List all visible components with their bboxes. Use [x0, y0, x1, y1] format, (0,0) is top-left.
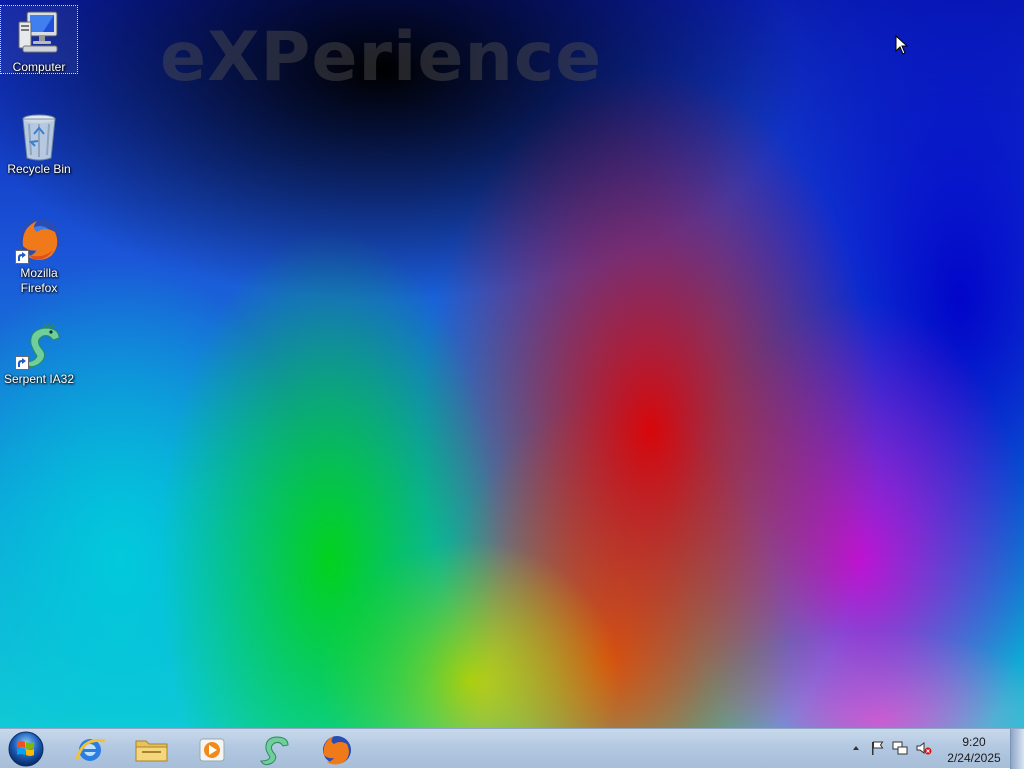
- desktop-icon-label: Computer: [12, 60, 66, 74]
- firefox-icon: [323, 736, 351, 765]
- desktop-icon-label: Serpent IA32: [3, 372, 75, 386]
- start-button[interactable]: [6, 730, 46, 768]
- clock-date: 2/24/2025: [947, 751, 1001, 765]
- internet-explorer-icon: [75, 738, 106, 761]
- media-player-icon: [199, 738, 225, 762]
- show-desktop-button[interactable]: [1010, 729, 1024, 769]
- taskbar: 9:20 2/24/2025: [0, 728, 1024, 769]
- firefox-icon: [15, 216, 63, 264]
- recycle-bin-icon: [15, 112, 63, 161]
- taskbar-media-player-button[interactable]: [185, 731, 239, 767]
- mouse-cursor-icon: [895, 34, 909, 59]
- network-icon[interactable]: [892, 740, 908, 756]
- wallpaper-watermark: eXPerience: [160, 18, 603, 97]
- file-explorer-icon: [135, 740, 168, 762]
- shortcut-arrow-icon: [15, 250, 29, 264]
- windows-orb-icon: [8, 731, 44, 767]
- volume-muted-icon[interactable]: [916, 740, 932, 756]
- serpent-icon: [15, 322, 63, 370]
- clock-time: 9:20: [962, 735, 986, 749]
- shortcut-arrow-icon: [15, 356, 29, 370]
- action-center-flag-icon[interactable]: [869, 740, 885, 756]
- clock[interactable]: 9:20 2/24/2025: [942, 734, 1006, 766]
- desktop-icon-label: Mozilla Firefox: [20, 266, 58, 295]
- desktop-icon-recycle-bin[interactable]: Recycle Bin: [1, 108, 77, 177]
- desktop-icon-label: Recycle Bin: [7, 162, 71, 176]
- serpent-icon: [260, 736, 289, 766]
- desktop-icon-firefox[interactable]: Mozilla Firefox: [1, 212, 77, 296]
- taskbar-file-explorer-button[interactable]: [124, 731, 178, 767]
- taskbar-internet-explorer-button[interactable]: [63, 731, 117, 767]
- desktop[interactable]: eXPerience Computer Recycle Bin Mozilla …: [0, 0, 1024, 728]
- taskbar-serpent-button[interactable]: [246, 731, 300, 767]
- taskbar-firefox-button[interactable]: [309, 731, 363, 767]
- desktop-icon-serpent[interactable]: Serpent IA32: [1, 318, 77, 387]
- show-hidden-icons-chevron[interactable]: [848, 740, 864, 756]
- computer-icon: [15, 10, 63, 58]
- desktop-icon-computer[interactable]: Computer: [0, 5, 78, 74]
